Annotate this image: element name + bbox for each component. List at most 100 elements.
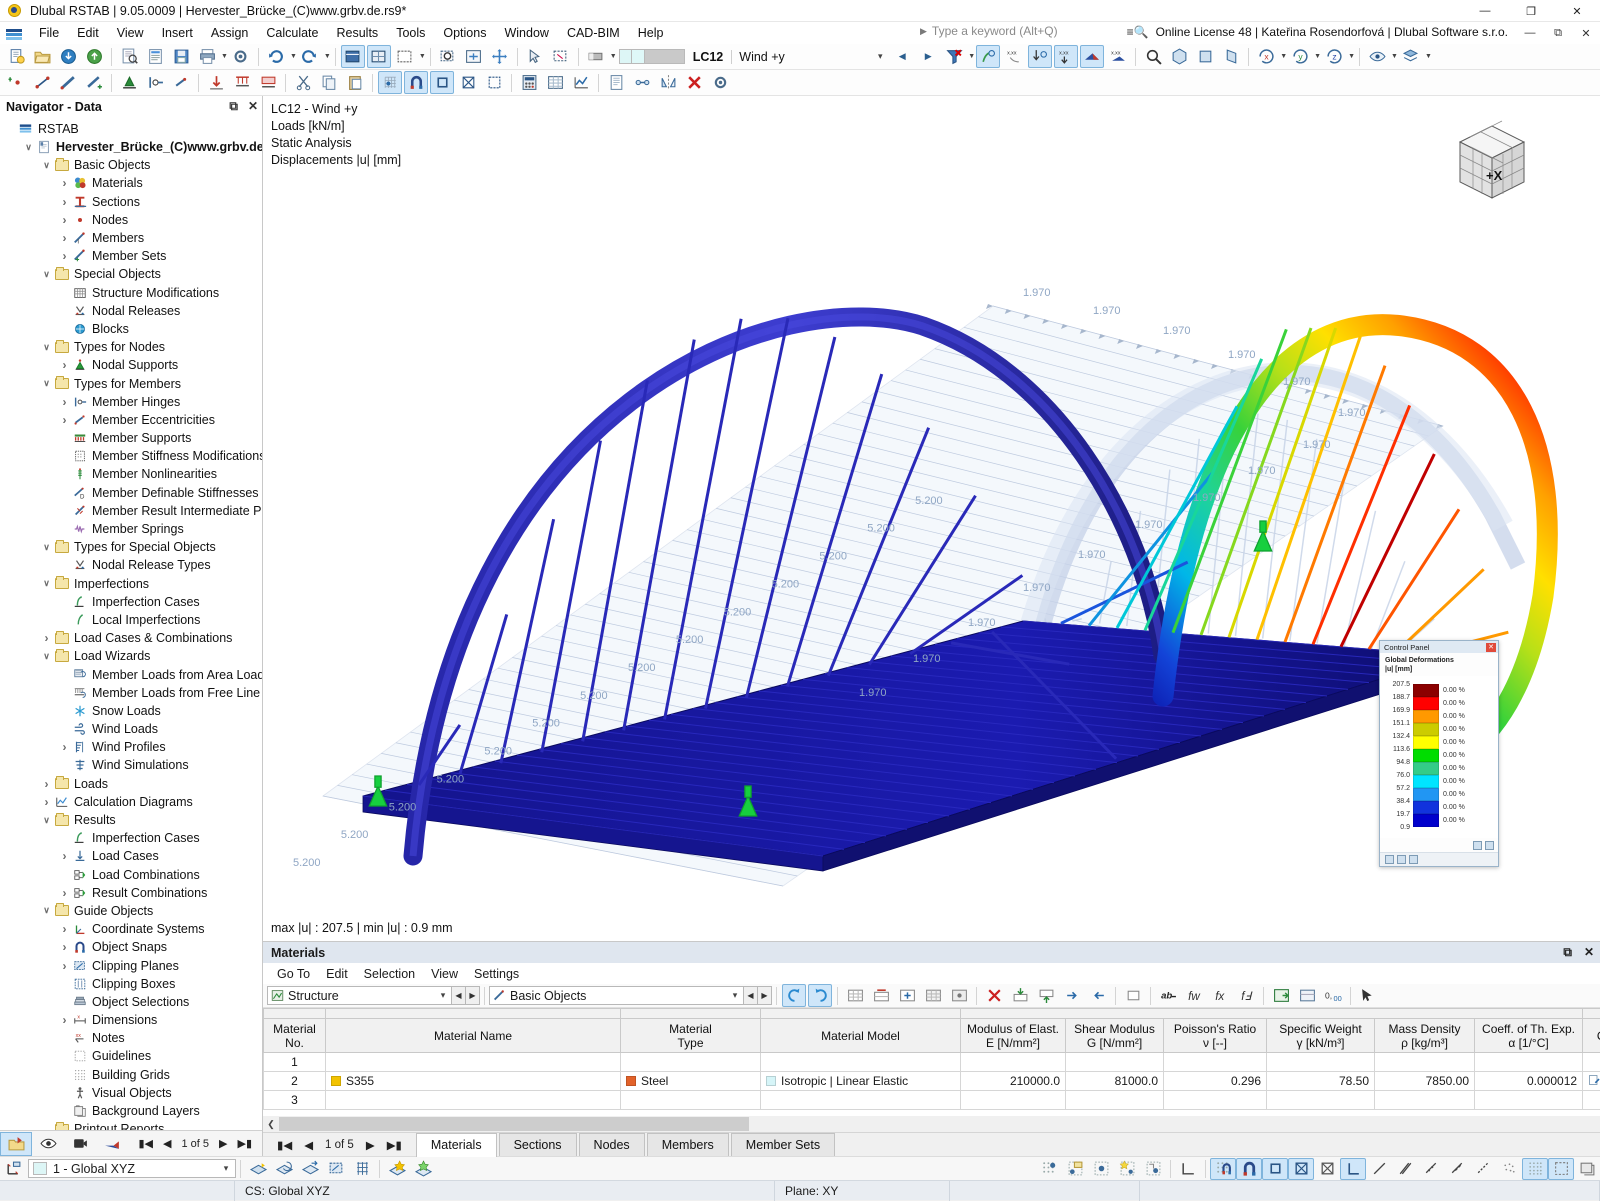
import-icon[interactable] <box>56 45 80 68</box>
snap-perpendicular-icon[interactable] <box>1140 1158 1166 1180</box>
report-icon[interactable] <box>143 45 167 68</box>
chevron-right-icon[interactable] <box>58 849 71 863</box>
table-menu-view[interactable]: View <box>423 965 466 983</box>
ortho-icon[interactable] <box>456 71 480 94</box>
navigator-item-guide-objects[interactable]: Guide Objects <box>0 902 262 920</box>
navigator-item-member-springs[interactable]: Member Springs <box>0 520 262 538</box>
navigator-item-member-nonlinearities[interactable]: Member Nonlinearities <box>0 465 262 483</box>
extension-snap-icon[interactable] <box>1470 1158 1496 1180</box>
table-column-header[interactable]: MaterialType <box>621 1019 761 1053</box>
table-row[interactable]: 1 <box>264 1053 1600 1072</box>
snap-endpoint-icon[interactable] <box>430 71 454 94</box>
render-solid-icon[interactable] <box>341 45 365 68</box>
table-grid-icon[interactable] <box>921 984 945 1007</box>
table-cell-options[interactable] <box>1583 1072 1600 1091</box>
printout-report-icon[interactable] <box>604 71 628 94</box>
navigator-item-member-eccentricities[interactable]: Member Eccentricities <box>0 411 262 429</box>
prev-load-case-button[interactable]: ◀ <box>890 45 914 68</box>
chevron-right-icon[interactable] <box>58 740 71 754</box>
control-panel[interactable]: Control Panel ✕ Global Deformations |u| … <box>1379 640 1499 867</box>
table-cell[interactable]: Steel <box>621 1072 761 1091</box>
menu-item-window[interactable]: Window <box>495 23 557 43</box>
navigator-item-local-imperfections[interactable]: Local Imperfections <box>0 611 262 629</box>
add-member-set-icon[interactable] <box>82 71 106 94</box>
mirror-icon[interactable] <box>656 71 680 94</box>
background-layer-toggle[interactable] <box>1574 1158 1600 1180</box>
chevron-right-icon[interactable] <box>40 777 53 791</box>
objects-next-button[interactable]: ▶ <box>758 986 772 1005</box>
chevron-down-icon[interactable] <box>22 142 35 153</box>
table-cell[interactable] <box>621 1053 761 1072</box>
redo-icon[interactable] <box>298 45 322 68</box>
chevron-right-icon[interactable] <box>58 959 71 973</box>
scroll-track[interactable] <box>279 1117 1600 1131</box>
navigator-item-coordinate-systems[interactable]: Coordinate Systems <box>0 920 262 938</box>
chevron-right-icon[interactable] <box>58 922 71 936</box>
navigator-item-clipping-boxes[interactable]: Clipping Boxes <box>0 975 262 993</box>
show-deformation-icon[interactable] <box>976 45 1000 68</box>
export-excel-icon[interactable] <box>1269 984 1293 1007</box>
table-cell[interactable] <box>1066 1091 1164 1110</box>
navigator-item-nodal-supports[interactable]: Nodal Supports <box>0 356 262 374</box>
pager-first-icon[interactable]: ▮◀ <box>139 1137 154 1150</box>
workplane-rotate-icon[interactable] <box>271 1158 297 1180</box>
zoom-all-icon[interactable] <box>462 45 486 68</box>
navigator-tab-results-icon[interactable] <box>96 1132 128 1156</box>
chevron-down-icon[interactable]: ▼ <box>1348 53 1355 60</box>
function-fw-icon[interactable]: fw <box>1182 984 1206 1007</box>
chevron-down-icon[interactable] <box>40 651 53 662</box>
chevron-right-icon[interactable] <box>58 413 71 427</box>
navigator-item-object-snaps[interactable]: Object Snaps <box>0 938 262 956</box>
tab-nodes[interactable]: Nodes <box>579 1133 645 1156</box>
navigator-item-member-definable-stiffnesses[interactable]: DMember Definable Stiffnesses <box>0 484 262 502</box>
doc-restore-button[interactable]: ⧉ <box>1544 23 1572 43</box>
navigator-item-notes[interactable]: xxNotes <box>0 1029 262 1047</box>
table-column-header[interactable]: Poisson's Ratioν [--] <box>1164 1019 1267 1053</box>
table-grid-wrapper[interactable]: MaterialNo.Material NameMaterialTypeMate… <box>263 1008 1600 1116</box>
menu-item-results[interactable]: Results <box>328 23 388 43</box>
control-panel-tab-filter-icon[interactable] <box>1397 855 1406 864</box>
navigator-item-member-result-intermediate-points[interactable]: Member Result Intermediate Points <box>0 502 262 520</box>
table-pager-prev-icon[interactable]: ◀ <box>304 1138 313 1152</box>
scroll-left-icon[interactable]: ❮ <box>263 1119 279 1130</box>
model-settings-icon[interactable] <box>708 71 732 94</box>
menu-item-help[interactable]: Help <box>629 23 673 43</box>
structure-next-button[interactable]: ▶ <box>466 986 480 1005</box>
navigator-item-materials[interactable]: Materials <box>0 174 262 192</box>
navigator-item-results[interactable]: Results <box>0 811 262 829</box>
chevron-down-icon[interactable] <box>40 378 53 389</box>
menu-item-tools[interactable]: Tools <box>387 23 434 43</box>
table-cell[interactable]: 7850.00 <box>1375 1072 1475 1091</box>
filter-clear-icon[interactable] <box>942 45 966 68</box>
navigator-item-imperfection-cases[interactable]: Imperfection Cases <box>0 829 262 847</box>
show-diagram-values-icon[interactable]: x.xx <box>1106 45 1130 68</box>
table-cell[interactable]: 81000.0 <box>1066 1072 1164 1091</box>
add-load-icon[interactable] <box>204 71 228 94</box>
table-column-header[interactable]: Modulus of Elast.E [N/mm²] <box>961 1019 1066 1053</box>
chevron-right-icon[interactable] <box>40 631 53 645</box>
chevron-down-icon[interactable]: ▼ <box>1280 53 1287 60</box>
delete-row-icon[interactable] <box>869 984 893 1007</box>
add-support-icon[interactable] <box>117 71 141 94</box>
text-format-icon[interactable]: ab <box>1156 984 1180 1007</box>
navigator-undock-icon[interactable]: ⧉ <box>229 99 238 114</box>
show-value-labels-icon[interactable]: x.xx <box>1054 45 1078 68</box>
object-snap-mode-toggle[interactable] <box>1314 1158 1340 1180</box>
tab-materials[interactable]: Materials <box>416 1133 497 1157</box>
add-node-icon[interactable] <box>4 71 28 94</box>
tab-member-sets[interactable]: Member Sets <box>731 1133 835 1156</box>
navigator-item-nodes[interactable]: Nodes <box>0 211 262 229</box>
table-cell[interactable] <box>1475 1091 1583 1110</box>
function-fx-icon[interactable]: fx <box>1208 984 1232 1007</box>
row-move-up-icon[interactable] <box>1060 984 1084 1007</box>
table-cell[interactable]: 78.50 <box>1267 1072 1375 1091</box>
view-iso-icon[interactable] <box>1167 45 1191 68</box>
legend-settings-icon[interactable] <box>1485 841 1494 850</box>
print-preview-icon[interactable] <box>117 45 141 68</box>
chevron-down-icon[interactable]: ▼ <box>610 53 617 60</box>
navigator-item-result-combinations[interactable]: Result Combinations <box>0 884 262 902</box>
table-cell[interactable]: S355 <box>326 1072 621 1091</box>
table-pager[interactable]: ▮◀ ◀ 1 of 5 ▶ ▶▮ <box>263 1138 416 1152</box>
navigator-item-visual-objects[interactable]: Visual Objects <box>0 1084 262 1102</box>
navigator-tree[interactable]: RSTABHervester_Brücke_(C)www.grbv.de.rs9… <box>0 118 262 1130</box>
